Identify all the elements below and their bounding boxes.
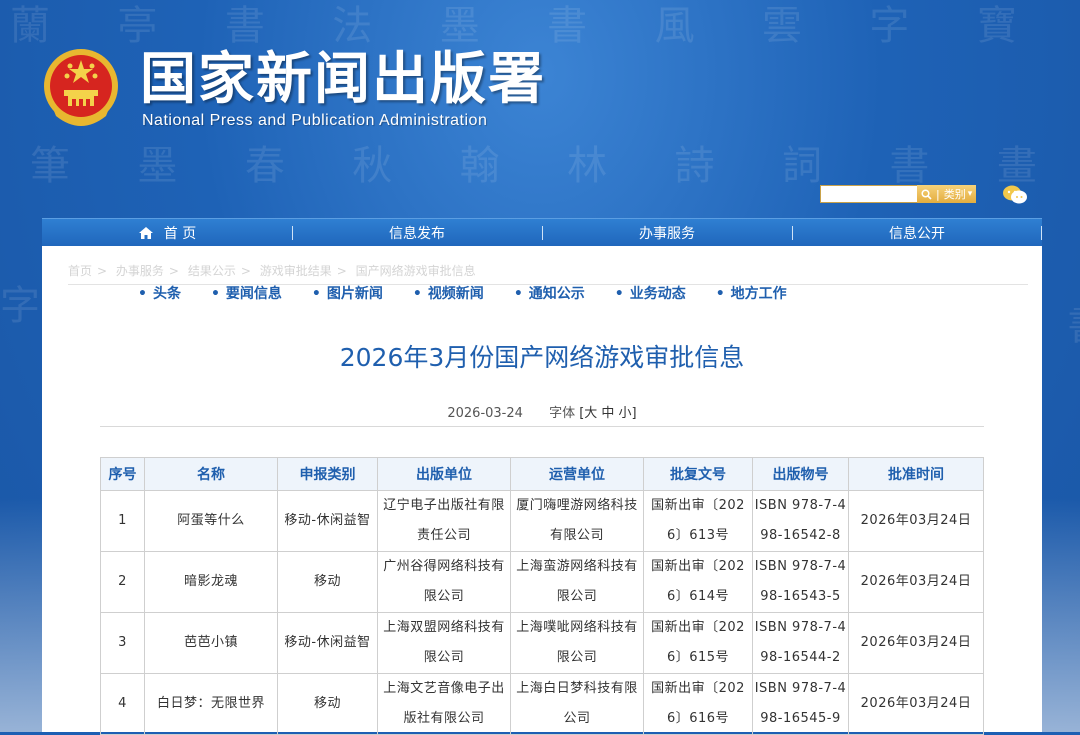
nav-item-label: 首 页 xyxy=(163,226,197,242)
font-size-options[interactable]: [大 中 小] xyxy=(579,406,636,421)
breadcrumb-item[interactable]: 办事服务 xyxy=(116,264,164,278)
table-cell: 国新出审〔2026〕613号 xyxy=(643,490,753,552)
publish-date: 2026-03-24 xyxy=(447,406,523,421)
column-header: 出版单位 xyxy=(377,457,511,491)
subnav-label: 通知公示 xyxy=(528,286,585,302)
table-cell: 国新出审〔2026〕616号 xyxy=(643,673,753,735)
search-bar: | 类别 ▾ xyxy=(820,185,977,203)
table-cell: ISBN 978-7-498-16542-8 xyxy=(752,490,849,552)
nav-item-label: 信息公开 xyxy=(889,226,945,242)
column-header: 出版物号 xyxy=(752,457,849,491)
table-header-row: 序号 名称 申报类别 出版单位 运营单位 批复文号 出版物号 批准时间 xyxy=(100,457,984,491)
table-cell: 国新出审〔2026〕615号 xyxy=(643,612,753,674)
breadcrumb-item[interactable]: 游戏审批结果 xyxy=(260,264,332,278)
national-emblem-icon xyxy=(44,49,118,126)
site-subtitle: National Press and Publication Administr… xyxy=(142,112,488,129)
site-title: 国家新闻出版署 xyxy=(140,46,546,112)
subnav-item-headline[interactable]: • 头条 xyxy=(138,285,181,303)
subnav-item-news[interactable]: • 要闻信息 xyxy=(211,285,282,303)
content-panel: 首页 > 办事服务 > 结果公示 > 游戏审批结果 > 国产网络游戏审批信息 • 头条 •… xyxy=(42,246,1042,735)
column-header: 申报类别 xyxy=(277,457,378,491)
table-cell: 2026年03月24日 xyxy=(848,612,984,674)
table-row: 2 暗影龙魂 移动 广州谷得网络科技有限公司 上海蛮游网络科技有限公司 国新出审… xyxy=(100,551,984,613)
sub-nav: • 头条 • 要闻信息 • 图片新闻 • 视频新闻 • 通知公示 • 业务动态 • 地方工作 xyxy=(68,284,1028,303)
breadcrumb: 首页 > 办事服务 > 结果公示 > 游戏审批结果 > 国产网络游戏审批信息 xyxy=(68,264,476,278)
table-cell: ISBN 978-7-498-16545-9 xyxy=(752,673,849,735)
subnav-item-notices[interactable]: • 通知公示 xyxy=(514,285,585,303)
table-cell: 广州谷得网络科技有限公司 xyxy=(377,551,511,613)
subnav-item-local-work[interactable]: • 地方工作 xyxy=(716,285,787,303)
subnav-item-photo-news[interactable]: • 图片新闻 xyxy=(312,285,383,303)
nav-item-services[interactable]: 办事服务 xyxy=(542,219,792,247)
breadcrumb-item[interactable]: 结果公示 xyxy=(188,264,236,278)
table-cell: ISBN 978-7-498-16544-2 xyxy=(752,612,849,674)
table-cell: 白日梦：无限世界 xyxy=(144,673,278,735)
nav-item-info-release[interactable]: 信息发布 xyxy=(292,219,542,247)
table-cell: 移动 xyxy=(277,551,378,613)
search-input[interactable] xyxy=(820,185,917,203)
table-cell: 国新出审〔2026〕614号 xyxy=(643,551,753,613)
table-cell: 移动-休闲益智 xyxy=(277,490,378,552)
table-cell: 辽宁电子出版社有限责任公司 xyxy=(377,490,511,552)
table-row: 4 白日梦：无限世界 移动 上海文艺音像电子出版社有限公司 上海白日梦科技有限公… xyxy=(100,673,984,735)
table-row: 3 芭芭小镇 移动-休闲益智 上海双盟网络科技有限公司 上海噗呲网络科技有限公司… xyxy=(100,612,984,674)
table-cell: 1 xyxy=(100,490,145,552)
column-header: 序号 xyxy=(100,457,145,491)
main-nav: 首 页 信息发布 办事服务 信息公开 xyxy=(42,218,1042,247)
table-cell: 2 xyxy=(100,551,145,613)
subnav-label: 业务动态 xyxy=(629,286,686,302)
nav-item-home[interactable]: 首 页 xyxy=(42,219,292,247)
subnav-item-business[interactable]: • 业务动态 xyxy=(615,285,686,303)
table-cell: 2026年03月24日 xyxy=(848,490,984,552)
table-cell: 4 xyxy=(100,673,145,735)
column-header: 批准时间 xyxy=(848,457,984,491)
divider xyxy=(100,426,984,427)
subnav-label: 地方工作 xyxy=(730,286,787,302)
subnav-label: 图片新闻 xyxy=(326,286,383,302)
breadcrumb-item[interactable]: 首页 xyxy=(68,264,92,278)
table-cell: 2026年03月24日 xyxy=(848,551,984,613)
article-title: 2026年3月份国产网络游戏审批信息 xyxy=(339,343,745,372)
column-header: 名称 xyxy=(144,457,278,491)
table-cell: 上海蛮游网络科技有限公司 xyxy=(510,551,644,613)
column-header: 批复文号 xyxy=(643,457,753,491)
breadcrumb-item[interactable]: 国产网络游戏审批信息 xyxy=(356,264,476,278)
subnav-label: 要闻信息 xyxy=(225,286,282,302)
subnav-label: 视频新闻 xyxy=(427,286,484,302)
search-icon[interactable] xyxy=(921,188,932,200)
table-cell: 厦门嗨哩游网络科技有限公司 xyxy=(510,490,644,552)
table-cell: 3 xyxy=(100,612,145,674)
nav-item-label: 办事服务 xyxy=(639,226,695,242)
table-cell: 移动-休闲益智 xyxy=(277,612,378,674)
table-cell: ISBN 978-7-498-16543-5 xyxy=(752,551,849,613)
search-category-button[interactable]: | 类别 ▾ xyxy=(917,185,977,203)
approval-table: 序号 名称 申报类别 出版单位 运营单位 批复文号 出版物号 批准时间 1 阿蛋… xyxy=(100,457,984,735)
nav-item-label: 信息发布 xyxy=(389,226,445,242)
table-cell: 上海白日梦科技有限公司 xyxy=(510,673,644,735)
table-cell: 上海噗呲网络科技有限公司 xyxy=(510,612,644,674)
table-cell: 移动 xyxy=(277,673,378,735)
table-cell: 阿蛋等什么 xyxy=(144,490,278,552)
table-cell: 2026年03月24日 xyxy=(848,673,984,735)
subnav-label: 头条 xyxy=(152,286,181,302)
home-icon xyxy=(138,227,153,239)
nav-item-disclosure[interactable]: 信息公开 xyxy=(792,219,1042,247)
font-size-label: 字体 xyxy=(549,406,576,421)
table-cell: 上海文艺音像电子出版社有限公司 xyxy=(377,673,511,735)
table-row: 1 阿蛋等什么 移动-休闲益智 辽宁电子出版社有限责任公司 厦门嗨哩游网络科技有… xyxy=(100,490,984,552)
table-cell: 芭芭小镇 xyxy=(144,612,278,674)
article-meta: 2026-03-24 字体 [大 中 小] xyxy=(42,402,1042,421)
category-label: 类别 xyxy=(943,188,966,201)
subnav-item-video-news[interactable]: • 视频新闻 xyxy=(413,285,484,303)
table-cell: 暗影龙魂 xyxy=(144,551,278,613)
wechat-icon[interactable] xyxy=(1002,184,1028,206)
table-cell: 上海双盟网络科技有限公司 xyxy=(377,612,511,674)
chevron-down-icon: ▾ xyxy=(967,189,973,199)
column-header: 运营单位 xyxy=(510,457,644,491)
